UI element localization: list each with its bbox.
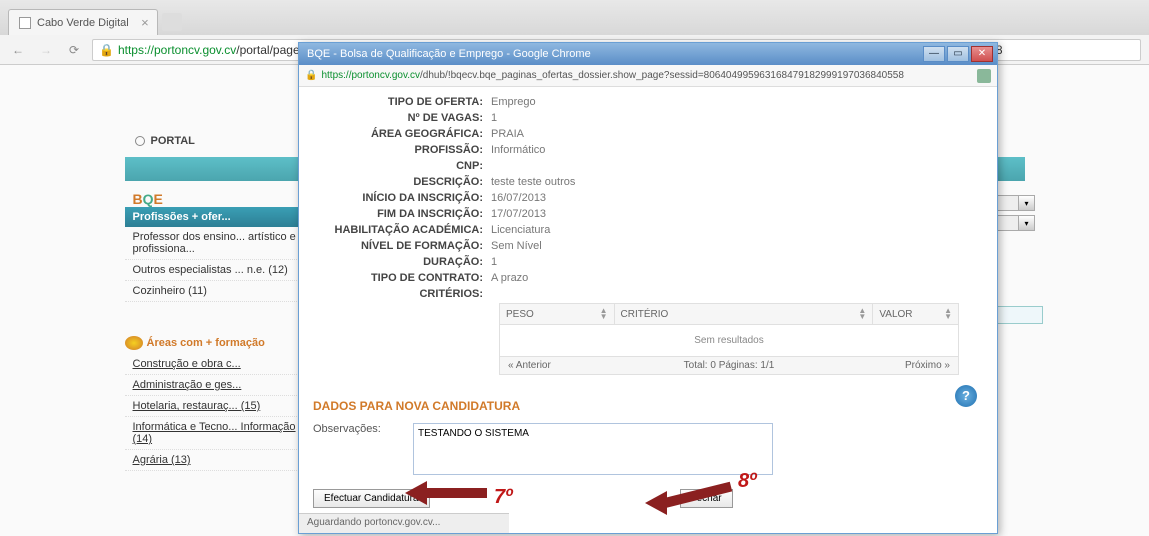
field-label: FIM DA INSCRIÇÃO: xyxy=(313,208,491,220)
col-criterio[interactable]: CRITÉRIO▲▼ xyxy=(615,304,874,324)
minimize-button[interactable]: — xyxy=(923,46,945,62)
criteria-empty: Sem resultados xyxy=(499,325,959,357)
back-button[interactable]: ← xyxy=(8,40,28,60)
browser-tab[interactable]: Cabo Verde Digital × xyxy=(8,9,158,35)
sidebar-heading: Profissões + ofer... xyxy=(125,207,325,227)
radio-icon xyxy=(135,136,145,146)
forward-button[interactable]: → xyxy=(36,40,56,60)
reload-button[interactable]: ⟳ xyxy=(64,40,84,60)
area-link[interactable]: Agrária (13) xyxy=(125,450,325,471)
col-peso[interactable]: PESO▲▼ xyxy=(500,304,615,324)
section-title: DADOS PARA NOVA CANDIDATURA xyxy=(313,399,983,413)
sidebar: Profissões + ofer... Professor dos ensin… xyxy=(125,207,325,471)
sort-icon: ▲▼ xyxy=(944,308,952,320)
popup-url-path: /dhub/!bqecv.bqe_paginas_ofertas_dossier… xyxy=(420,70,904,81)
area-link[interactable]: Informática e Tecno... Informação (14) xyxy=(125,417,325,450)
field-label: PROFISSÃO: xyxy=(313,144,491,156)
field-label: TIPO DE OFERTA: xyxy=(313,96,491,108)
popup-url-scheme: https:// xyxy=(321,70,351,81)
criteria-table: PESO▲▼ CRITÉRIO▲▼ VALOR▲▼ Sem resultados… xyxy=(499,303,959,375)
field-label: CRITÉRIOS: xyxy=(313,288,491,300)
portal-tab-label: PORTAL xyxy=(151,135,195,147)
field-label: Nº DE VAGAS: xyxy=(313,112,491,124)
help-icon[interactable]: ? xyxy=(955,385,977,407)
shield-icon xyxy=(977,69,991,83)
field-value: 16/07/2013 xyxy=(491,192,546,204)
close-form-button[interactable]: Fechar xyxy=(680,489,733,508)
field-label: ÁREA GEOGRÁFICA: xyxy=(313,128,491,140)
browser-tabs-bar: Cabo Verde Digital × xyxy=(0,0,1149,35)
sort-icon: ▲▼ xyxy=(858,308,866,320)
areas-icon xyxy=(125,336,143,350)
chevron-down-icon: ▾ xyxy=(1018,196,1034,210)
criteria-header-row: PESO▲▼ CRITÉRIO▲▼ VALOR▲▼ xyxy=(499,303,959,325)
chevron-down-icon: ▾ xyxy=(1018,216,1034,230)
field-label: INÍCIO DA INSCRIÇÃO: xyxy=(313,192,491,204)
popup-titlebar: BQE - Bolsa de Qualificação e Emprego - … xyxy=(299,43,997,65)
sidebar-item[interactable]: Cozinheiro (11) xyxy=(125,281,325,302)
area-link[interactable]: Administração e ges... xyxy=(125,375,325,396)
field-label: CNP: xyxy=(313,160,491,172)
col-valor[interactable]: VALOR▲▼ xyxy=(873,304,958,324)
pager-total: Total: 0 Páginas: 1/1 xyxy=(655,360,802,371)
pager-next[interactable]: Próximo » xyxy=(803,360,950,371)
details-fields: TIPO DE OFERTA:Emprego Nº DE VAGAS:1 ÁRE… xyxy=(313,95,983,301)
field-value: Informático xyxy=(491,144,545,156)
field-value: Licenciatura xyxy=(491,224,550,236)
popup-title: BQE - Bolsa de Qualificação e Emprego - … xyxy=(303,48,921,60)
tab-title: Cabo Verde Digital xyxy=(37,17,129,29)
observations-row: Observações: xyxy=(313,423,983,475)
button-row: Efectuar Candidatura Fechar xyxy=(313,489,983,508)
field-value: teste teste outros xyxy=(491,176,575,188)
areas-heading: Áreas com + formação xyxy=(125,332,325,354)
lock-icon: 🔒 xyxy=(99,43,114,57)
url-host: portoncv.gov.cv xyxy=(154,43,236,57)
area-link[interactable]: Hotelaria, restauraç... (15) xyxy=(125,396,325,417)
field-value: 1 xyxy=(491,256,497,268)
sort-icon: ▲▼ xyxy=(600,308,608,320)
page-icon xyxy=(19,17,31,29)
close-button[interactable]: ✕ xyxy=(971,46,993,62)
popup-url-host: portoncv.gov.cv xyxy=(351,70,420,81)
popup-address-bar[interactable]: 🔒 https://portoncv.gov.cv/dhub/!bqecv.bq… xyxy=(299,65,997,87)
sidebar-item[interactable]: Professor dos ensino... artístico e prof… xyxy=(125,227,325,260)
field-label: NÍVEL DE FORMAÇÃO: xyxy=(313,240,491,252)
field-value: Emprego xyxy=(491,96,536,108)
field-label: HABILITAÇÃO ACADÉMICA: xyxy=(313,224,491,236)
observations-label: Observações: xyxy=(313,423,403,435)
annotation-label-7: 7º xyxy=(494,486,512,509)
maximize-button[interactable]: ▭ xyxy=(947,46,969,62)
field-value: PRAIA xyxy=(491,128,524,140)
submit-button[interactable]: Efectuar Candidatura xyxy=(313,489,430,508)
field-label: TIPO DE CONTRATO: xyxy=(313,272,491,284)
lock-icon: 🔒 xyxy=(305,70,317,81)
field-value: Sem Nível xyxy=(491,240,542,252)
url-scheme: https:// xyxy=(118,43,154,57)
annotation-label-8: 8º xyxy=(738,470,756,493)
field-value: A prazo xyxy=(491,272,528,284)
pager-prev[interactable]: « Anterior xyxy=(508,360,655,371)
tab-close-icon[interactable]: × xyxy=(141,15,149,30)
areas-label: Áreas com + formação xyxy=(147,337,265,349)
sidebar-item[interactable]: Outros especialistas ... n.e. (12) xyxy=(125,260,325,281)
status-bar: Aguardando portoncv.gov.cv... xyxy=(299,513,509,533)
field-value: 17/07/2013 xyxy=(491,208,546,220)
area-link[interactable]: Construção e obra c... xyxy=(125,354,325,375)
observations-input[interactable] xyxy=(413,423,773,475)
criteria-pager: « Anterior Total: 0 Páginas: 1/1 Próximo… xyxy=(499,357,959,375)
popup-window: BQE - Bolsa de Qualificação e Emprego - … xyxy=(298,42,998,534)
popup-content: TIPO DE OFERTA:Emprego Nº DE VAGAS:1 ÁRE… xyxy=(299,87,997,515)
field-label: DURAÇÃO: xyxy=(313,256,491,268)
new-tab-button[interactable] xyxy=(162,13,182,31)
field-value: 1 xyxy=(491,112,497,124)
field-label: DESCRIÇÃO: xyxy=(313,176,491,188)
